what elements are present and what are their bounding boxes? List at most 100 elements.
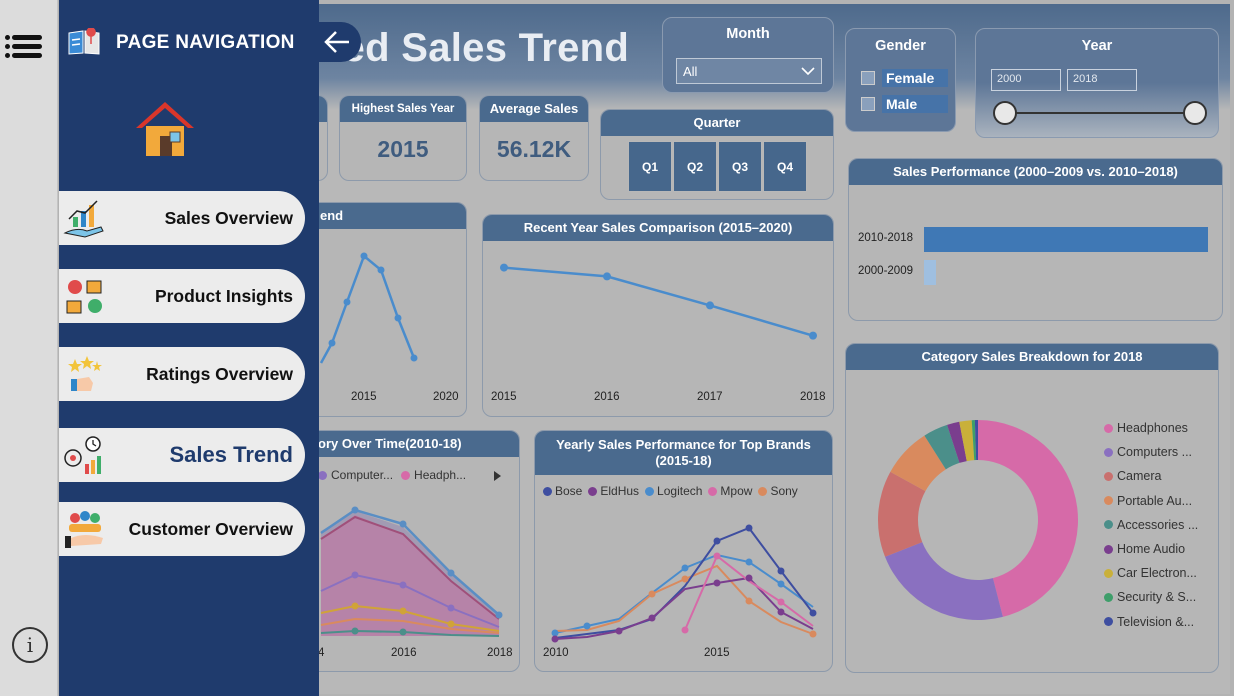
- recent-data-point[interactable]: [603, 272, 611, 281]
- legend-label: Headphones: [1117, 421, 1188, 436]
- legend-item: Portable Au...: [1104, 489, 1216, 513]
- pie-legend: Headphones Computers ... Camera Portable…: [1104, 416, 1216, 634]
- gender-slicer: Gender Female Male: [845, 28, 956, 132]
- target-clock-chart-icon: [64, 436, 101, 474]
- x-tick-label: 2015: [351, 391, 377, 403]
- quarter-button-q4[interactable]: Q4: [763, 141, 807, 192]
- sales-performance-card: Sales Performance (2000–2009 vs. 2010–20…: [848, 158, 1223, 321]
- bar-category-label: 2000-2009: [858, 265, 913, 277]
- trend-point: [377, 266, 385, 274]
- checkbox[interactable]: [861, 97, 875, 111]
- report-page: i sed Sales Trend Month All Gender Femal…: [0, 0, 1234, 696]
- area-point: [447, 569, 455, 577]
- bar-2000-2009[interactable]: [924, 260, 936, 285]
- quarter-button-q3[interactable]: Q3: [718, 141, 762, 192]
- legend-item: Accessories ...: [1104, 513, 1216, 537]
- brand-point: [745, 558, 753, 566]
- brand-point: [745, 524, 753, 532]
- legend-label: Television &...: [1117, 614, 1195, 629]
- legend-dot: [1104, 447, 1113, 457]
- area-headphones: [321, 515, 499, 636]
- legend-dot: [1104, 544, 1113, 554]
- brand-point: [713, 537, 721, 545]
- nav-item-customer-overview[interactable]: Customer Overview: [59, 502, 305, 556]
- card-title: Category Sales Breakdown for 2018: [846, 344, 1218, 370]
- brand-point: [745, 597, 753, 605]
- month-dropdown[interactable]: All: [676, 58, 822, 84]
- legend-dot: [1104, 592, 1113, 602]
- gender-option-female[interactable]: Female: [861, 69, 948, 87]
- gender-slicer-label: Gender: [875, 38, 926, 54]
- year-slider-start-handle[interactable]: [993, 101, 1017, 125]
- quarter-button-q2[interactable]: Q2: [673, 141, 717, 192]
- month-selected-value: All: [683, 63, 698, 79]
- category-breakdown-card: Category Sales Breakdown for 2018 Headph…: [845, 343, 1219, 673]
- nav-item-sales-trend[interactable]: Sales Trend: [59, 428, 305, 482]
- x-tick-label: 2016: [391, 647, 417, 659]
- year-to-input[interactable]: 2018: [1067, 69, 1137, 91]
- home-icon[interactable]: [134, 98, 196, 160]
- area-point: [399, 607, 407, 615]
- legend-dot: [1104, 568, 1113, 578]
- category-over-time-card: ory Over Time(2010-18) Computer... Headp…: [290, 430, 520, 672]
- nav-item-product-insights[interactable]: Product Insights: [59, 269, 305, 323]
- kpi-highest-sales-year: Highest Sales Year 2015: [339, 95, 467, 181]
- brand-point: [777, 608, 785, 616]
- brand-point: [777, 567, 785, 575]
- year-slicer: Year 2000 2018: [975, 28, 1219, 138]
- legend-item: Camera: [1104, 464, 1216, 488]
- page-title: sed Sales Trend: [320, 26, 630, 70]
- brand-point: [551, 629, 559, 637]
- trend-point: [410, 354, 418, 362]
- growth-chart-hand-icon: [63, 200, 104, 238]
- nav-item-label: Sales Overview: [164, 207, 293, 228]
- year-slider-track[interactable]: [1004, 112, 1196, 114]
- month-slicer[interactable]: Month All: [662, 17, 834, 93]
- category-area-chart: [320, 506, 503, 637]
- legend-label: Portable Au...: [1117, 493, 1193, 508]
- kpi-value: 2015: [377, 136, 429, 162]
- brand-point: [648, 614, 656, 622]
- gender-option-label: Female: [882, 69, 948, 87]
- bar-2010-2018[interactable]: [924, 227, 1208, 252]
- legend-item: Headphones: [1104, 416, 1216, 440]
- legend-item: Computers ...: [1104, 440, 1216, 464]
- info-icon[interactable]: i: [12, 627, 48, 663]
- brand-point: [809, 609, 817, 617]
- gender-option-male[interactable]: Male: [861, 95, 948, 113]
- donut-slice[interactable]: [885, 542, 1003, 620]
- legend-label: Home Audio: [1117, 542, 1186, 557]
- kpi-value: 56.12K: [496, 136, 572, 162]
- legend-label: Accessories ...: [1117, 517, 1199, 532]
- recent-data-point[interactable]: [500, 263, 508, 272]
- legend-dot: [1104, 520, 1113, 530]
- nav-item-sales-overview[interactable]: Sales Overview: [59, 191, 305, 245]
- checkbox[interactable]: [861, 71, 875, 85]
- area-point: [351, 571, 359, 579]
- star-rating-hand-icon: [68, 356, 102, 391]
- nav-item-label: Ratings Overview: [146, 363, 293, 384]
- brand-point: [681, 626, 689, 634]
- quarter-button-q1[interactable]: Q1: [628, 141, 672, 192]
- x-tick-label: 2020: [433, 391, 459, 403]
- hamburger-menu-icon[interactable]: [5, 33, 42, 61]
- top-brands-card: Yearly Sales Performance for Top Brands …: [534, 430, 833, 672]
- brand-line-bose: [554, 526, 814, 639]
- nav-item-label: Sales Trend: [169, 442, 293, 467]
- area-point: [399, 520, 407, 528]
- legend-label: Camera: [1117, 469, 1162, 484]
- brand-point: [681, 575, 689, 583]
- recent-data-point[interactable]: [809, 331, 817, 340]
- legend-label: Car Electron...: [1117, 566, 1197, 581]
- year-slider-end-handle[interactable]: [1183, 101, 1207, 125]
- legend-item: Television &...: [1104, 610, 1216, 634]
- nav-item-ratings-overview[interactable]: Ratings Overview: [59, 347, 305, 401]
- x-tick-label: 2016: [594, 391, 620, 403]
- recent-data-point[interactable]: [706, 301, 714, 310]
- brand-point: [681, 564, 689, 572]
- gender-option-label: Male: [882, 95, 948, 113]
- quarter-slicer: Quarter Q1 Q2 Q3 Q4: [600, 109, 834, 200]
- close-navigation-button[interactable]: [319, 22, 361, 62]
- year-from-input[interactable]: 2000: [991, 69, 1061, 91]
- legend-dot: [1104, 496, 1113, 506]
